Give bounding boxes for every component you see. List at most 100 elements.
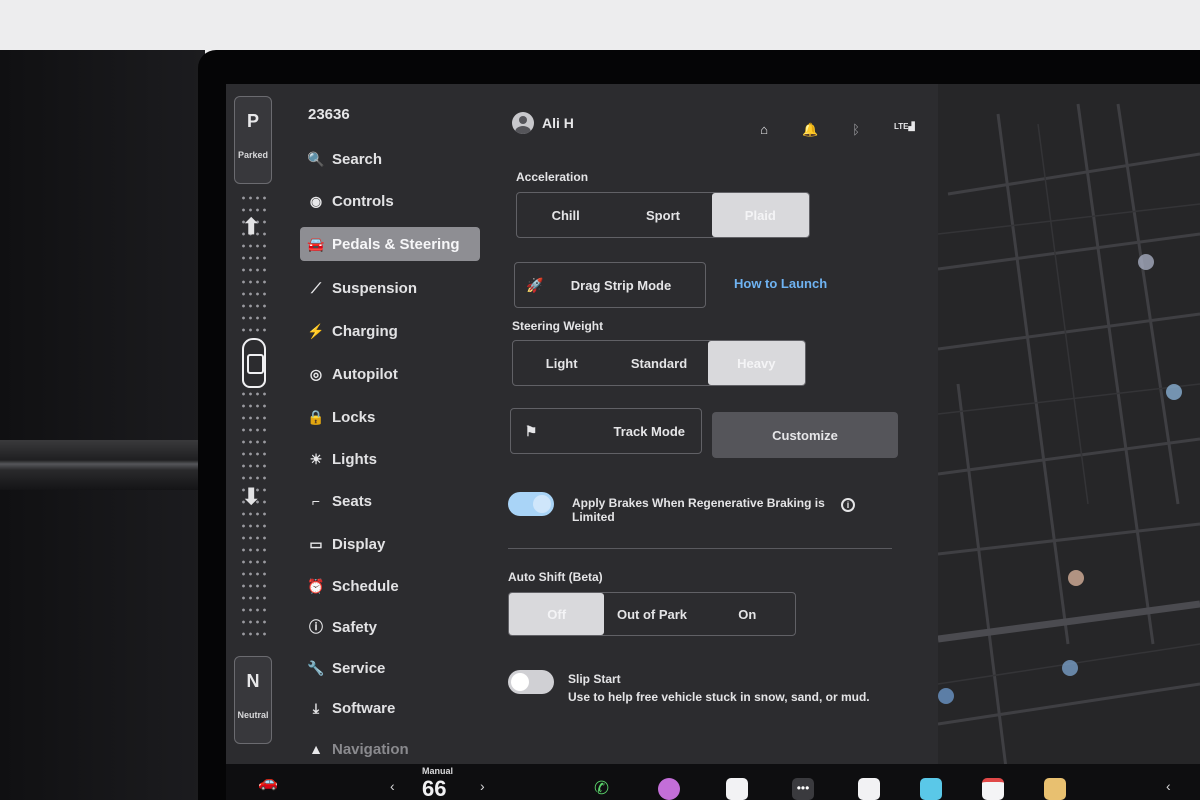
sidebar-item-display[interactable]: ▭ Display — [300, 527, 480, 561]
sidebar-item-navigation[interactable]: ▲ Navigation — [300, 732, 480, 766]
auto-shift-selector: Off Out of Park On — [508, 592, 796, 636]
sidebar-item-charging[interactable]: ⚡ Charging — [300, 314, 480, 348]
section-divider — [508, 548, 892, 549]
acceleration-option-plaid[interactable]: Plaid — [711, 193, 809, 237]
download-icon: ⤓ — [312, 699, 320, 716]
car-icon: 🚘 — [307, 235, 325, 252]
arcade-icon[interactable] — [1044, 778, 1066, 800]
sidebar-item-schedule[interactable]: ⏰ Schedule — [300, 569, 480, 603]
slip-start-description: Use to help free vehicle stuck in snow, … — [568, 690, 870, 704]
camera-app-icon[interactable] — [658, 778, 680, 800]
sidebar-item-label: Pedals & Steering — [332, 235, 460, 253]
bluetooth-media-icon[interactable] — [920, 778, 942, 800]
odometer: 23636 — [308, 106, 350, 123]
sidebar-item-label: Lights — [332, 450, 377, 468]
car-icon[interactable]: 🚗 — [258, 772, 278, 792]
info-icon[interactable]: i — [841, 498, 855, 512]
steering-weight-label: Steering Weight — [512, 319, 604, 333]
sidebar-item-pedals-steering[interactable]: 🚘 Pedals & Steering — [300, 227, 480, 261]
sidebar-item-suspension[interactable]: ⟋ Suspension — [300, 271, 480, 305]
acceleration-option-sport[interactable]: Sport — [614, 193, 711, 237]
pedals-steering-panel: Ali H ⌂ 🔔 ᛒ LTE▟ Acceleration Chill Sport… — [506, 84, 926, 800]
controls-icon: ◉ — [309, 192, 323, 209]
how-to-launch-link[interactable]: How to Launch — [734, 276, 827, 291]
sidebar-item-label: Software — [332, 699, 396, 717]
sidebar-item-label: Schedule — [332, 577, 399, 595]
auto-shift-option-off[interactable]: Off — [509, 593, 605, 635]
sidebar-item-label: Service — [332, 659, 386, 677]
sidebar-item-software[interactable]: ⤓ Software — [300, 691, 480, 725]
calendar-icon[interactable] — [982, 778, 1004, 800]
slip-start-label: Slip Start — [568, 672, 621, 686]
profile-name: Ali H — [542, 115, 574, 131]
map-pin-icon[interactable] — [1068, 570, 1084, 586]
lte-label: LTE — [894, 122, 909, 131]
search-icon: 🔍 — [307, 150, 325, 167]
steering-wheel-icon: ◎ — [309, 365, 323, 382]
track-mode-button[interactable]: ⚑ Track Mode — [510, 408, 702, 454]
acceleration-option-chill[interactable]: Chill — [517, 193, 614, 237]
sidebar-item-label: Navigation — [332, 740, 409, 758]
map-pin-icon[interactable] — [1062, 660, 1078, 676]
gear-dots — [240, 388, 266, 638]
dashboard-panel — [0, 50, 205, 800]
sidebar-item-label: Seats — [332, 492, 373, 510]
driver-profile[interactable]: Ali H — [512, 112, 574, 134]
sidebar-item-label: Charging — [332, 322, 398, 340]
regen-brakes-toggle[interactable] — [508, 492, 554, 516]
dashboard-trim — [0, 440, 200, 490]
sidebar-item-lights[interactable]: ☀ Lights — [300, 442, 480, 476]
seat-icon: ⌐ — [311, 493, 321, 509]
display-icon: ▭ — [309, 535, 323, 552]
drag-strip-label: Drag Strip Mode — [570, 277, 672, 293]
sidebar-item-autopilot[interactable]: ◎ Autopilot — [300, 357, 480, 391]
toggle-knob — [511, 673, 529, 691]
lte-signal-icon: LTE▟ — [894, 122, 915, 131]
cabin-temperature[interactable]: 66 — [422, 776, 446, 800]
gear-neutral[interactable]: N Neutral — [234, 656, 272, 744]
car-top-view-icon[interactable] — [242, 338, 266, 388]
chevron-left-icon[interactable]: ‹ — [390, 778, 395, 794]
slip-start-toggle[interactable] — [508, 670, 554, 694]
map-pin-icon[interactable] — [1166, 384, 1182, 400]
sidebar-item-service[interactable]: 🔧 Service — [300, 651, 480, 685]
sidebar-item-controls[interactable]: ◉ Controls — [300, 184, 480, 218]
bluetooth-icon[interactable]: ᛒ — [848, 122, 864, 138]
phone-icon[interactable]: ✆ — [594, 778, 616, 800]
map-pin-icon[interactable] — [1138, 254, 1154, 270]
notes-app-icon[interactable] — [726, 778, 748, 800]
map-pin-icon[interactable] — [938, 688, 954, 704]
auto-shift-label: Auto Shift (Beta) — [508, 570, 603, 584]
chevron-right-icon[interactable]: › — [480, 778, 485, 794]
toybox-icon[interactable] — [858, 778, 880, 800]
sidebar-item-label: Autopilot — [332, 365, 398, 383]
garage-icon[interactable]: ⌂ — [756, 122, 772, 138]
alarm-clock-icon: ⏰ — [307, 577, 325, 594]
steering-weight-option-light[interactable]: Light — [513, 341, 610, 385]
steering-weight-option-heavy[interactable]: Heavy — [707, 341, 805, 385]
chevron-left-icon[interactable]: ‹ — [1166, 778, 1171, 794]
bell-icon[interactable]: 🔔 — [802, 122, 818, 138]
sidebar-item-safety[interactable]: ⓘ Safety — [300, 610, 480, 644]
sun-icon: ☀ — [309, 450, 323, 467]
touchscreen: P Parked ⬆ ⬇ N Neutral 23636 🔍 Search ◉ Con… — [226, 84, 1200, 800]
gear-letter: P — [246, 111, 259, 131]
regen-brakes-label: Apply Brakes When Regenerative Braking i… — [572, 496, 825, 524]
gear-selector[interactable]: P Parked ⬆ ⬇ N Neutral — [232, 88, 274, 744]
auto-shift-option-out-of-park[interactable]: Out of Park — [604, 593, 699, 635]
sidebar-item-locks[interactable]: 🔒 Locks — [300, 400, 480, 434]
drag-strip-mode-button[interactable]: 🚀 Drag Strip Mode — [514, 262, 706, 308]
taskbar: 🚗 ‹ Manual 66 › ✆ ••• ‹ — [226, 764, 1200, 800]
sidebar-item-label: Display — [332, 535, 386, 553]
more-apps-icon[interactable]: ••• — [792, 778, 814, 800]
auto-shift-option-on[interactable]: On — [700, 593, 795, 635]
steering-weight-option-standard[interactable]: Standard — [610, 341, 707, 385]
checkered-flag-icon: ⚑ — [524, 422, 538, 439]
navigation-map[interactable] — [938, 84, 1200, 800]
arrow-down-icon: ⬇ — [242, 484, 261, 509]
sidebar-item-search[interactable]: 🔍 Search — [300, 142, 480, 176]
customize-button[interactable]: Customize — [712, 412, 898, 458]
gear-park[interactable]: P Parked — [234, 96, 272, 184]
acceleration-selector: Chill Sport Plaid — [516, 192, 810, 238]
sidebar-item-seats[interactable]: ⌐ Seats — [300, 484, 480, 518]
